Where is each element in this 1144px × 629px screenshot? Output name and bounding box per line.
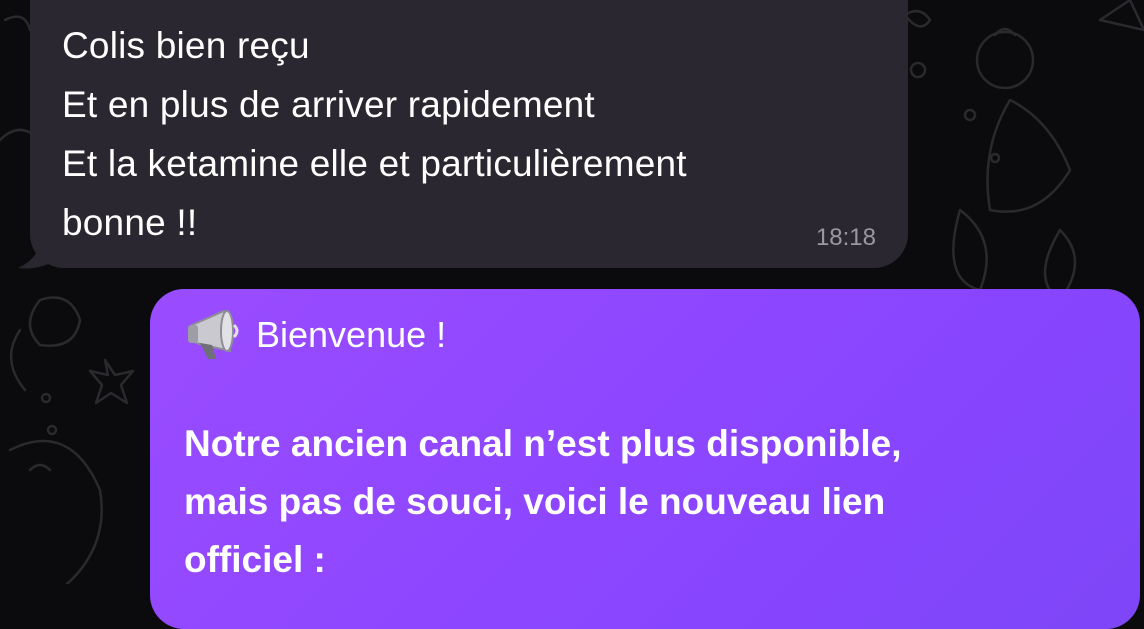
announcement-body: Notre ancien canal n’est plus disponible… xyxy=(184,415,1100,589)
incoming-message-line: Et en plus de arriver rapidement xyxy=(62,84,595,125)
megaphone-icon xyxy=(188,309,239,359)
announcement-body-line: Notre ancien canal n’est plus disponible… xyxy=(184,423,902,464)
incoming-message-bubble[interactable]: Colis bien reçu Et en plus de arriver ra… xyxy=(30,0,908,268)
outgoing-message-bubble[interactable]: Bienvenue ! Notre ancien canal n’est plu… xyxy=(150,289,1140,629)
incoming-message-line: Et la ketamine elle et particulièrement xyxy=(62,143,687,184)
incoming-message-line: Colis bien reçu xyxy=(62,25,310,66)
announcement-header: Bienvenue ! xyxy=(184,307,1100,363)
announcement-body-line: officiel : xyxy=(184,539,326,580)
announcement-body-line: mais pas de souci, voici le nouveau lien xyxy=(184,481,886,522)
announcement-title: Bienvenue ! xyxy=(256,314,447,355)
message-timestamp: 18:18 xyxy=(815,224,876,251)
incoming-message-line: bonne !! xyxy=(62,202,198,243)
